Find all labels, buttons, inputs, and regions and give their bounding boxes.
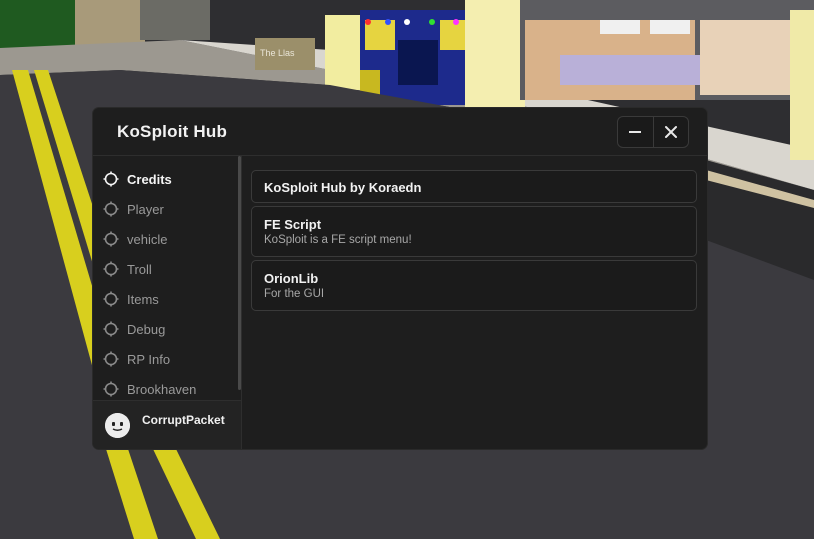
credit-card-orionlib: OrionLib For the GUI (251, 260, 697, 311)
tab-circle-icon (103, 381, 119, 397)
credit-card-author: KoSploit Hub by Koraedn (251, 170, 697, 203)
sidebar-item-label: RP Info (127, 351, 171, 367)
sidebar-item-debug[interactable]: Debug (103, 318, 233, 340)
minus-icon (629, 131, 642, 133)
tab-circle-icon (103, 231, 119, 247)
tab-circle-icon (103, 201, 119, 217)
card-title: OrionLib (264, 271, 319, 286)
tab-circle-icon (103, 291, 119, 307)
card-description: KoSploit is a FE script menu! (264, 234, 412, 246)
sidebar-item-label: Player (127, 201, 164, 217)
tab-list[interactable]: Credits Player vehicle Troll Items Debug (93, 156, 238, 401)
sidebar-item-credits[interactable]: Credits (103, 168, 233, 190)
sidebar-item-player[interactable]: Player (103, 198, 233, 220)
sidebar-item-rp-info[interactable]: RP Info (103, 348, 233, 370)
tab-circle-icon (103, 261, 119, 277)
close-button[interactable] (652, 117, 689, 147)
tab-circle-icon (103, 321, 119, 337)
close-icon (664, 126, 677, 138)
sidebar-item-vehicle[interactable]: vehicle (103, 228, 233, 250)
sidebar-item-label: vehicle (127, 231, 168, 247)
sidebar-item-items[interactable]: Items (103, 288, 233, 310)
tab-circle-icon (103, 171, 119, 187)
sidebar-item-label: Items (127, 291, 159, 307)
credit-card-fe-script: FE Script KoSploit is a FE script menu! (251, 206, 697, 257)
hub-window: KoSploit Hub Credits Player vehicle Trol… (93, 108, 707, 449)
sidebar-item-label: Brookhaven (127, 381, 197, 397)
card-description: For the GUI (264, 288, 325, 300)
sidebar-item-brookhaven[interactable]: Brookhaven (103, 378, 233, 400)
card-title: KoSploit Hub by Koraedn (264, 180, 422, 195)
user-profile: CorruptPacket (93, 400, 241, 449)
tab-circle-icon (103, 351, 119, 367)
roblox-face-avatar (105, 413, 130, 438)
window-controls (617, 116, 689, 148)
sidebar-item-label: Credits (127, 171, 172, 187)
sidebar-item-label: Debug (127, 321, 166, 337)
avatar (105, 413, 130, 438)
sidebar-item-troll[interactable]: Troll (103, 258, 233, 280)
minimize-button[interactable] (618, 117, 653, 147)
sidebar-scrollbar[interactable] (238, 156, 241, 390)
sidebar: Credits Player vehicle Troll Items Debug (93, 156, 242, 449)
sidebar-item-label: Troll (127, 261, 152, 277)
window-title: KoSploit Hub (117, 122, 228, 141)
shop-sign: The Llas (260, 48, 295, 58)
card-title: FE Script (264, 217, 322, 232)
username: CorruptPacket (142, 413, 225, 427)
title-bar[interactable]: KoSploit Hub (93, 108, 707, 156)
